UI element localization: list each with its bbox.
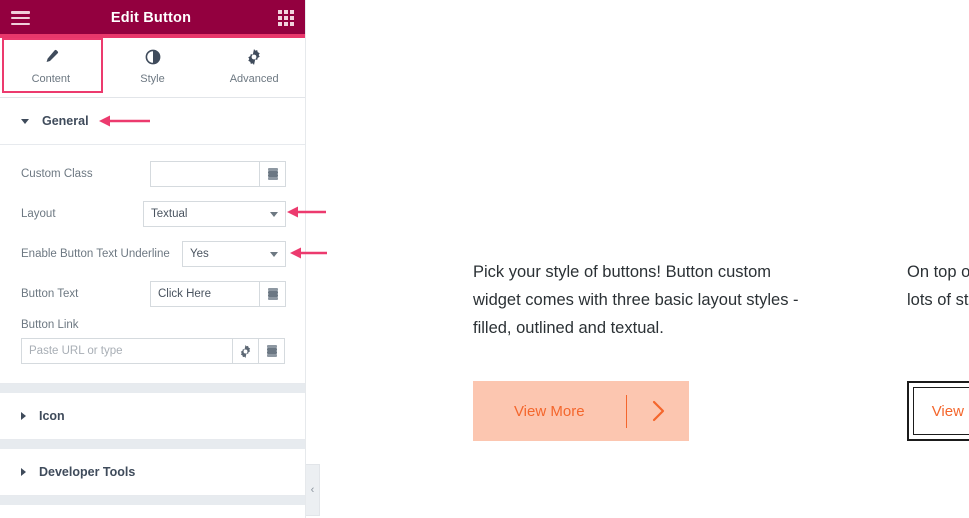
section-divider	[0, 440, 305, 449]
section-title-icon: Icon	[39, 409, 65, 423]
field-layout: Layout Textual	[21, 201, 286, 227]
section-title-general: General	[42, 114, 89, 128]
section-divider	[0, 496, 305, 505]
editor-panel: Edit Button Content Style Advanced Gener…	[0, 0, 306, 518]
grid-apps-icon[interactable]	[278, 10, 294, 26]
tab-content-label: Content	[31, 72, 71, 85]
chevron-left-icon: ‹	[310, 484, 315, 496]
section-header-icon[interactable]: Icon	[0, 393, 305, 440]
tab-style-label: Style	[140, 72, 165, 85]
layout-select[interactable]: Textual	[143, 201, 286, 227]
dynamic-tags-icon[interactable]	[259, 338, 285, 364]
tab-style[interactable]: Style	[102, 36, 204, 97]
section-header-developer-tools[interactable]: Developer Tools	[0, 449, 305, 496]
chevron-down-icon	[21, 118, 29, 124]
panel-header: Edit Button	[0, 0, 305, 36]
panel-tabs: Content Style Advanced	[0, 36, 305, 98]
header-accent-strip	[0, 34, 305, 38]
view-more-filled-label: View More	[513, 402, 585, 420]
underline-select-value: Yes	[190, 248, 209, 260]
layout-select-value: Textual	[151, 208, 188, 220]
preview-canvas: Pick your style of buttons! Button custo…	[306, 0, 969, 518]
underline-select[interactable]: Yes	[182, 241, 286, 267]
field-custom-class: Custom Class	[21, 161, 286, 187]
section-header-help[interactable]: Help	[0, 505, 305, 518]
promo-outlined: On top of that you also get lots of stan…	[907, 258, 969, 314]
app-root: Edit Button Content Style Advanced Gener…	[0, 0, 969, 518]
gear-icon	[246, 49, 262, 66]
chevron-right-icon	[627, 400, 689, 422]
field-label-underline: Enable Button Text Underline	[21, 248, 170, 260]
field-button-text: Button Text	[21, 281, 286, 307]
pencil-icon	[43, 49, 59, 66]
button-link-input[interactable]	[21, 338, 233, 364]
field-label-custom-class: Custom Class	[21, 168, 93, 180]
chevron-down-icon	[270, 211, 278, 217]
custom-class-input[interactable]	[150, 161, 260, 187]
tab-advanced-label: Advanced	[229, 72, 279, 85]
promo-outlined-text: On top of that you also get lots of stan…	[907, 263, 969, 309]
view-more-filled-button[interactable]: View More	[473, 381, 689, 441]
promo-textual-text: Pick your style of buttons! Button custo…	[473, 263, 799, 337]
field-label-button-link: Button Link	[21, 319, 79, 331]
field-label-layout: Layout	[21, 208, 56, 220]
field-label-button-text: Button Text	[21, 288, 79, 300]
view-more-outlined-label: View More	[931, 402, 969, 420]
section-divider	[0, 384, 305, 393]
field-button-link: Button Link	[21, 319, 286, 364]
button-text-input[interactable]	[150, 281, 260, 307]
page-title: Edit Button	[110, 10, 192, 26]
section-body-general: Custom Class Layout Textual Enable Butto…	[0, 145, 305, 384]
chevron-down-icon	[270, 251, 278, 257]
section-title-developer-tools: Developer Tools	[39, 465, 136, 479]
dynamic-tags-icon[interactable]	[260, 161, 286, 187]
chevron-right-icon	[21, 412, 26, 420]
section-header-general[interactable]: General	[0, 98, 305, 145]
field-underline: Enable Button Text Underline Yes	[21, 241, 286, 267]
contrast-circle-icon	[145, 49, 161, 66]
chevron-right-icon	[21, 468, 26, 476]
dynamic-tags-icon[interactable]	[260, 281, 286, 307]
tab-content[interactable]: Content	[0, 36, 102, 97]
view-more-outlined-button[interactable]: View More	[907, 381, 969, 441]
tab-advanced[interactable]: Advanced	[203, 36, 305, 97]
promo-textual: Pick your style of buttons! Button custo…	[473, 258, 803, 342]
gear-icon[interactable]	[233, 338, 259, 364]
panel-collapse-handle[interactable]: ‹	[306, 464, 320, 516]
